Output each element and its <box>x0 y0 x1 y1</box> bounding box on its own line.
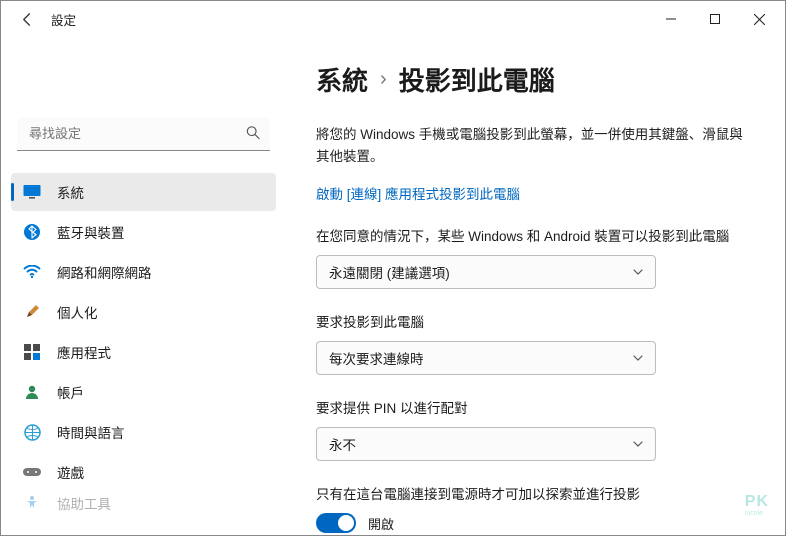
sidebar-item-accounts[interactable]: 帳戶 <box>11 373 276 411</box>
sidebar-item-label: 網路和網際網路 <box>57 262 152 282</box>
breadcrumb: 系統 › 投影到此電腦 <box>316 61 755 98</box>
accessibility-icon <box>21 493 43 513</box>
search-input[interactable] <box>17 117 270 151</box>
setting-require-pin: 要求提供 PIN 以進行配對 永不 <box>316 397 755 461</box>
require-pin-select[interactable]: 永不 <box>316 427 656 461</box>
breadcrumb-leaf: 投影到此電腦 <box>399 61 555 98</box>
search-icon <box>246 126 260 143</box>
setting-ask-to-project: 要求投影到此電腦 每次要求連線時 <box>316 311 755 375</box>
sidebar: 系統 藍牙與裝置 網路和網際網路 個人化 <box>1 37 286 535</box>
minimize-button[interactable] <box>649 4 693 34</box>
sidebar-item-label: 帳戶 <box>57 382 84 402</box>
sidebar-item-time-language[interactable]: 時間與語言 <box>11 413 276 451</box>
sidebar-item-network[interactable]: 網路和網際網路 <box>11 253 276 291</box>
chevron-down-icon <box>633 266 643 278</box>
select-value: 永遠關閉 (建議選項) <box>329 262 450 282</box>
apps-icon <box>21 341 43 363</box>
sidebar-item-label: 時間與語言 <box>57 422 125 442</box>
setting-power-only: 只有在這台電腦連接到電源時才可加以探索並進行投影 開啟 <box>316 483 755 533</box>
power-only-toggle[interactable] <box>316 513 356 533</box>
sidebar-item-label: 應用程式 <box>57 342 111 362</box>
setting-label: 要求投影到此電腦 <box>316 311 755 331</box>
bluetooth-icon <box>21 221 43 243</box>
nav-list: 系統 藍牙與裝置 網路和網際網路 個人化 <box>11 173 276 517</box>
select-value: 永不 <box>329 434 356 454</box>
search-box[interactable] <box>17 117 270 151</box>
back-button[interactable] <box>13 5 41 33</box>
setting-label: 只有在這台電腦連接到電源時才可加以探索並進行投影 <box>316 483 755 503</box>
maximize-button[interactable] <box>693 4 737 34</box>
arrow-left-icon <box>20 12 35 27</box>
chevron-right-icon: › <box>380 68 387 91</box>
setting-label: 要求提供 PIN 以進行配對 <box>316 397 755 417</box>
titlebar: 設定 <box>1 1 785 37</box>
availability-select[interactable]: 永遠關閉 (建議選項) <box>316 255 656 289</box>
setting-availability: 在您同意的情況下，某些 Windows 和 Android 裝置可以投影到此電腦… <box>316 225 755 289</box>
sidebar-item-personalization[interactable]: 個人化 <box>11 293 276 331</box>
sidebar-item-apps[interactable]: 應用程式 <box>11 333 276 371</box>
window-title: 設定 <box>51 10 76 29</box>
paintbrush-icon <box>21 301 43 323</box>
sidebar-item-label: 系統 <box>57 182 84 202</box>
sidebar-item-bluetooth[interactable]: 藍牙與裝置 <box>11 213 276 251</box>
maximize-icon <box>710 14 720 24</box>
chevron-down-icon <box>633 438 643 450</box>
display-icon <box>21 181 43 203</box>
clock-globe-icon <box>21 421 43 443</box>
content-pane: 系統 › 投影到此電腦 將您的 Windows 手機或電腦投影到此螢幕，並一併使… <box>286 37 785 535</box>
chevron-down-icon <box>633 352 643 364</box>
sidebar-item-gaming[interactable]: 遊戲 <box>11 453 276 491</box>
person-icon <box>21 381 43 403</box>
ask-project-select[interactable]: 每次要求連線時 <box>316 341 656 375</box>
toggle-state-label: 開啟 <box>368 514 394 533</box>
page-description: 將您的 Windows 手機或電腦投影到此螢幕，並一併使用其鍵盤、滑鼠與其他裝置… <box>316 124 755 167</box>
sidebar-item-label: 遊戲 <box>57 462 84 482</box>
launch-connect-link[interactable]: 啟動 [連線] 應用程式投影到此電腦 <box>316 183 520 203</box>
sidebar-item-system[interactable]: 系統 <box>11 173 276 211</box>
wifi-icon <box>21 261 43 283</box>
sidebar-item-label: 藍牙與裝置 <box>57 222 125 242</box>
breadcrumb-root[interactable]: 系統 <box>316 61 368 98</box>
sidebar-item-label: 個人化 <box>57 302 98 322</box>
gamepad-icon <box>21 461 43 483</box>
close-icon <box>754 14 765 25</box>
minimize-icon <box>666 14 676 24</box>
sidebar-item-accessibility[interactable]: 協助工具 <box>11 493 276 513</box>
select-value: 每次要求連線時 <box>329 348 424 368</box>
close-button[interactable] <box>737 4 781 34</box>
sidebar-item-label: 協助工具 <box>57 493 111 513</box>
setting-label: 在您同意的情況下，某些 Windows 和 Android 裝置可以投影到此電腦 <box>316 225 755 245</box>
